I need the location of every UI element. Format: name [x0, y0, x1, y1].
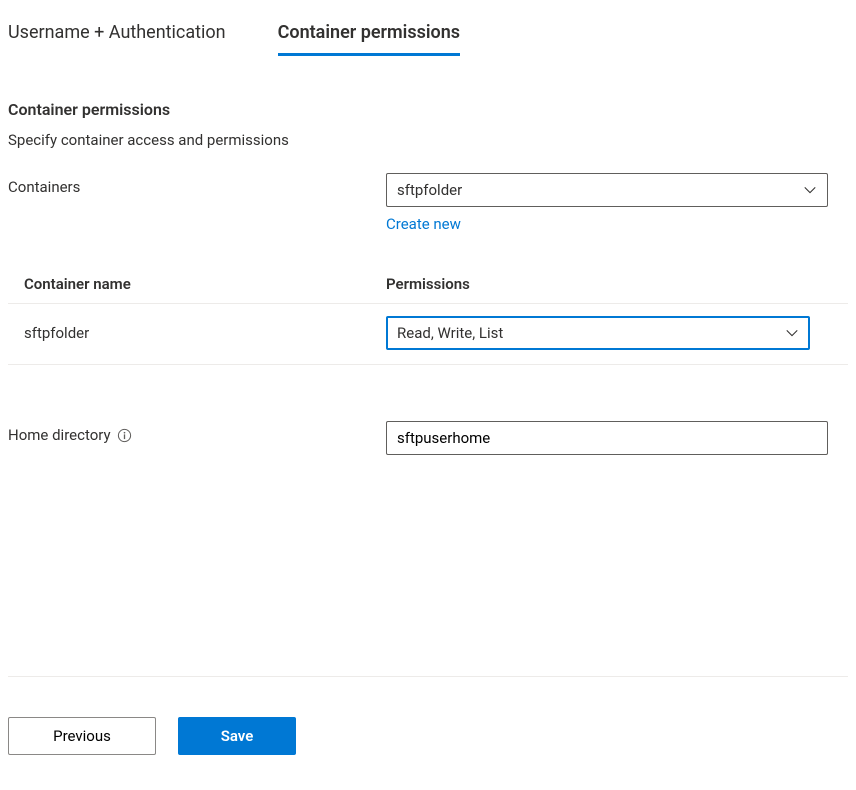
column-container-name: Container name	[24, 275, 386, 293]
previous-button[interactable]: Previous	[8, 717, 156, 755]
chevron-down-icon	[785, 326, 799, 340]
home-directory-label: Home directory	[8, 426, 111, 444]
containers-select[interactable]: sftpfolder	[386, 173, 828, 207]
tabs: Username + Authentication Container perm…	[8, 8, 848, 56]
save-button[interactable]: Save	[178, 717, 296, 755]
permissions-select[interactable]: Read, Write, List	[386, 316, 810, 350]
permissions-table: Container name Permissions sftpfolder Re…	[8, 265, 848, 365]
info-icon[interactable]	[117, 427, 133, 443]
permissions-selected-value: Read, Write, List	[397, 324, 503, 342]
cell-container-name: sftpfolder	[24, 324, 386, 342]
section-title: Container permissions	[8, 100, 848, 119]
table-header: Container name Permissions	[8, 265, 848, 304]
create-new-link[interactable]: Create new	[386, 215, 461, 233]
section-description: Specify container access and permissions	[8, 131, 848, 149]
home-directory-input[interactable]	[386, 421, 828, 455]
chevron-down-icon	[803, 183, 817, 197]
tab-container-permissions[interactable]: Container permissions	[278, 22, 460, 56]
column-permissions: Permissions	[386, 275, 832, 293]
containers-selected-value: sftpfolder	[397, 181, 462, 199]
footer: Previous Save	[8, 676, 848, 755]
table-row: sftpfolder Read, Write, List	[8, 304, 848, 365]
tab-username-auth[interactable]: Username + Authentication	[8, 22, 226, 56]
containers-label: Containers	[8, 173, 386, 196]
home-directory-field: Home directory	[8, 421, 848, 455]
containers-field: Containers sftpfolder Create new	[8, 173, 848, 233]
